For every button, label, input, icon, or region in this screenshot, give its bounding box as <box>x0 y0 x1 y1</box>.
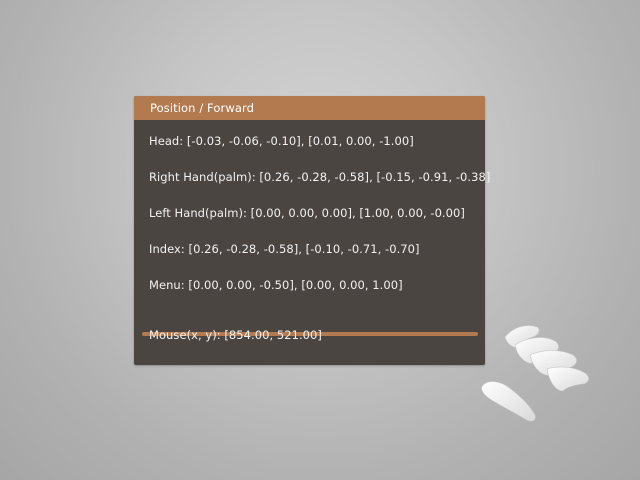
menu-readout: Menu: [0.00, 0.00, -0.50], [0.00, 0.00, … <box>149 278 403 292</box>
left-hand-readout: Left Hand(palm): [0.00, 0.00, 0.00], [1.… <box>149 206 465 220</box>
info-panel: Position / Forward Head: [-0.03, -0.06, … <box>134 96 490 365</box>
right-hand-readout: Right Hand(palm): [0.26, -0.28, -0.58], … <box>149 170 491 184</box>
index-readout: Index: [0.26, -0.28, -0.58], [-0.10, -0.… <box>149 242 420 256</box>
mouse-readout: Mouse(x, y): [854.00, 521.00] <box>149 328 322 342</box>
hand-icon <box>481 325 589 422</box>
head-readout: Head: [-0.03, -0.06, -0.10], [0.01, 0.00… <box>149 134 414 148</box>
panel-title: Position / Forward <box>134 96 485 120</box>
